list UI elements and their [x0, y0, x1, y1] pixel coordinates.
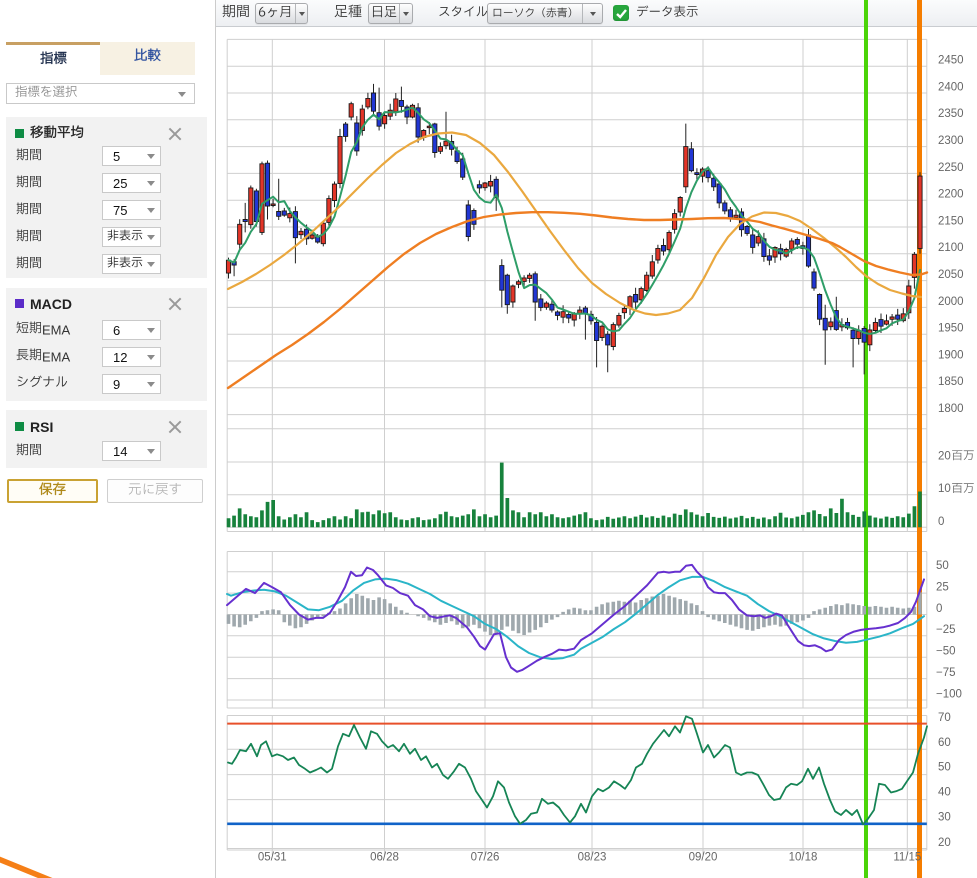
svg-text:10/18: 10/18 — [789, 852, 818, 864]
svg-text:−50: −50 — [936, 646, 956, 658]
svg-text:07/26: 07/26 — [471, 852, 500, 864]
svg-text:05/31: 05/31 — [258, 852, 287, 864]
svg-text:70: 70 — [938, 712, 951, 724]
svg-text:30: 30 — [938, 811, 951, 823]
svg-text:0: 0 — [936, 603, 942, 615]
svg-text:2400: 2400 — [938, 81, 964, 93]
svg-text:06/28: 06/28 — [370, 852, 399, 864]
svg-text:1800: 1800 — [938, 403, 964, 415]
svg-text:50: 50 — [938, 762, 951, 774]
svg-text:1900: 1900 — [938, 349, 964, 361]
svg-text:2350: 2350 — [938, 108, 964, 120]
svg-text:25: 25 — [936, 582, 949, 594]
svg-text:−25: −25 — [936, 624, 956, 636]
svg-text:2000: 2000 — [938, 296, 964, 308]
svg-text:2200: 2200 — [938, 189, 964, 201]
svg-text:20: 20 — [938, 837, 951, 849]
svg-text:2250: 2250 — [938, 162, 964, 174]
svg-text:0: 0 — [938, 516, 944, 528]
svg-text:−75: −75 — [936, 667, 956, 679]
svg-text:2300: 2300 — [938, 135, 964, 147]
svg-text:50: 50 — [936, 560, 949, 572]
svg-text:1950: 1950 — [938, 323, 964, 335]
svg-text:60: 60 — [938, 737, 951, 749]
svg-text:2050: 2050 — [938, 269, 964, 281]
svg-text:−100: −100 — [936, 688, 962, 700]
svg-text:11/15: 11/15 — [893, 852, 921, 864]
svg-text:20: 20 — [938, 450, 951, 462]
svg-text:40: 40 — [938, 787, 951, 799]
svg-text:2100: 2100 — [938, 242, 964, 254]
svg-text:2450: 2450 — [938, 55, 964, 67]
svg-text:1850: 1850 — [938, 376, 964, 388]
svg-text:08/23: 08/23 — [578, 852, 607, 864]
svg-text:09/20: 09/20 — [689, 852, 718, 864]
svg-text:2150: 2150 — [938, 215, 964, 227]
svg-text:10: 10 — [938, 483, 951, 495]
